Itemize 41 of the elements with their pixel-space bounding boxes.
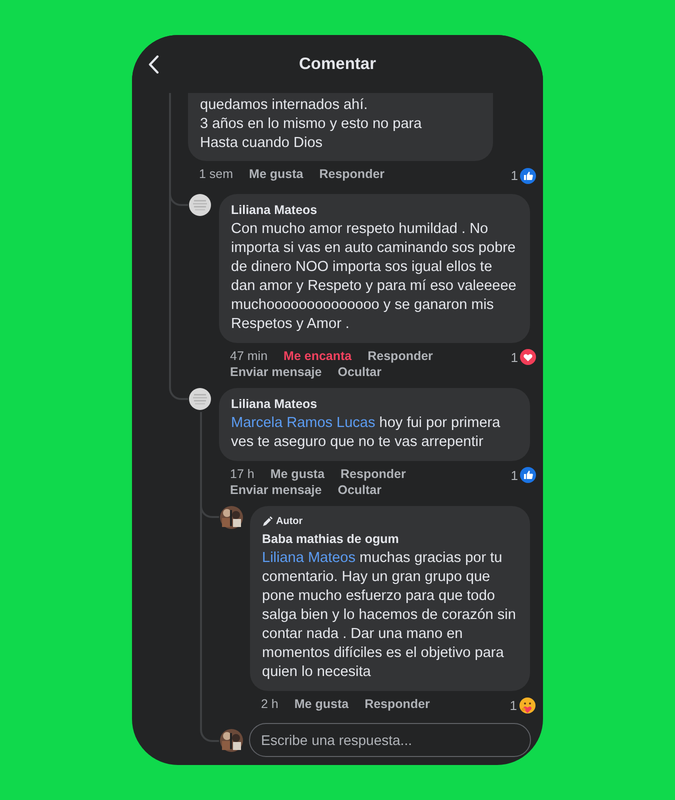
author-label: Autor [276, 514, 303, 528]
action-link[interactable]: Responder [364, 696, 430, 712]
action-link[interactable]: Ocultar [338, 482, 382, 498]
action-link[interactable]: Me encanta [284, 348, 352, 364]
action-link[interactable]: Enviar mensaje [230, 364, 322, 380]
mention-link[interactable]: Marcela Ramos Lucas [231, 414, 376, 430]
reaction-count: 1 [510, 696, 517, 714]
like-icon [520, 467, 536, 484]
comment-text: Marcela Ramos Lucas hoy fui por primera ves te aseguro que no te vas arrepentir [231, 414, 502, 452]
back-icon[interactable] [148, 55, 159, 74]
action-link[interactable]: Me gusta [249, 166, 304, 182]
action-link[interactable]: Responder [319, 166, 385, 182]
comment-text: quedamos internados ahí. 3 años en lo mismo y esto no para Hasta cuando Dios [200, 96, 423, 153]
timestamp: 2 h [261, 696, 278, 712]
timestamp: 17 h [230, 466, 254, 482]
mention-link[interactable]: Liliana Mateos [262, 550, 356, 566]
avatar[interactable] [220, 729, 243, 752]
pen-icon [262, 516, 273, 526]
action-link[interactable]: Ocultar [338, 364, 382, 380]
action-link[interactable]: Enviar mensaje [230, 482, 322, 498]
avatar[interactable] [220, 506, 243, 528]
reaction-count: 1 [510, 167, 518, 185]
comment-text: Liliana Mateos muchas gracias por tu comentario. Hay un gran grupo que pone mucho esfuerzo para que todo salga bien y lo hacemos de corazón sin contar nada . Dar una mano en momentos difíciles es el objetivo para quien lo necesita [262, 548, 517, 682]
author-name[interactable]: Baba mathias de ogum [262, 530, 518, 546]
reaction-count: 1 [510, 466, 518, 484]
action-link[interactable]: Responder [368, 348, 433, 364]
timestamp: 1 sem [199, 166, 234, 182]
comment-text: Con mucho amor respeto humildad . No importa si vas en auto caminando sos pobre de dinero NOO importa sos igual ellos te dan amor y Respeto y para mí eso valeeeee muchoooooooooooooo y se ganaron mis Respetos y Amor . [231, 220, 518, 334]
timestamp: 47 min [230, 348, 268, 364]
author-name[interactable]: Liliana Mateos [231, 202, 518, 218]
reply-input[interactable]: Escribe una respuesta... [249, 723, 531, 757]
header-title: Comentar [298, 54, 376, 76]
hug-emoji-icon [519, 696, 536, 714]
action-link[interactable]: Me gusta [270, 466, 325, 482]
action-link[interactable]: Responder [340, 466, 406, 482]
action-link[interactable]: Me gusta [294, 696, 349, 712]
avatar[interactable] [189, 194, 211, 216]
like-icon [520, 168, 536, 184]
reaction-count: 1 [510, 348, 518, 366]
avatar[interactable] [189, 388, 211, 410]
author-name[interactable]: Liliana Mateos [231, 396, 518, 412]
